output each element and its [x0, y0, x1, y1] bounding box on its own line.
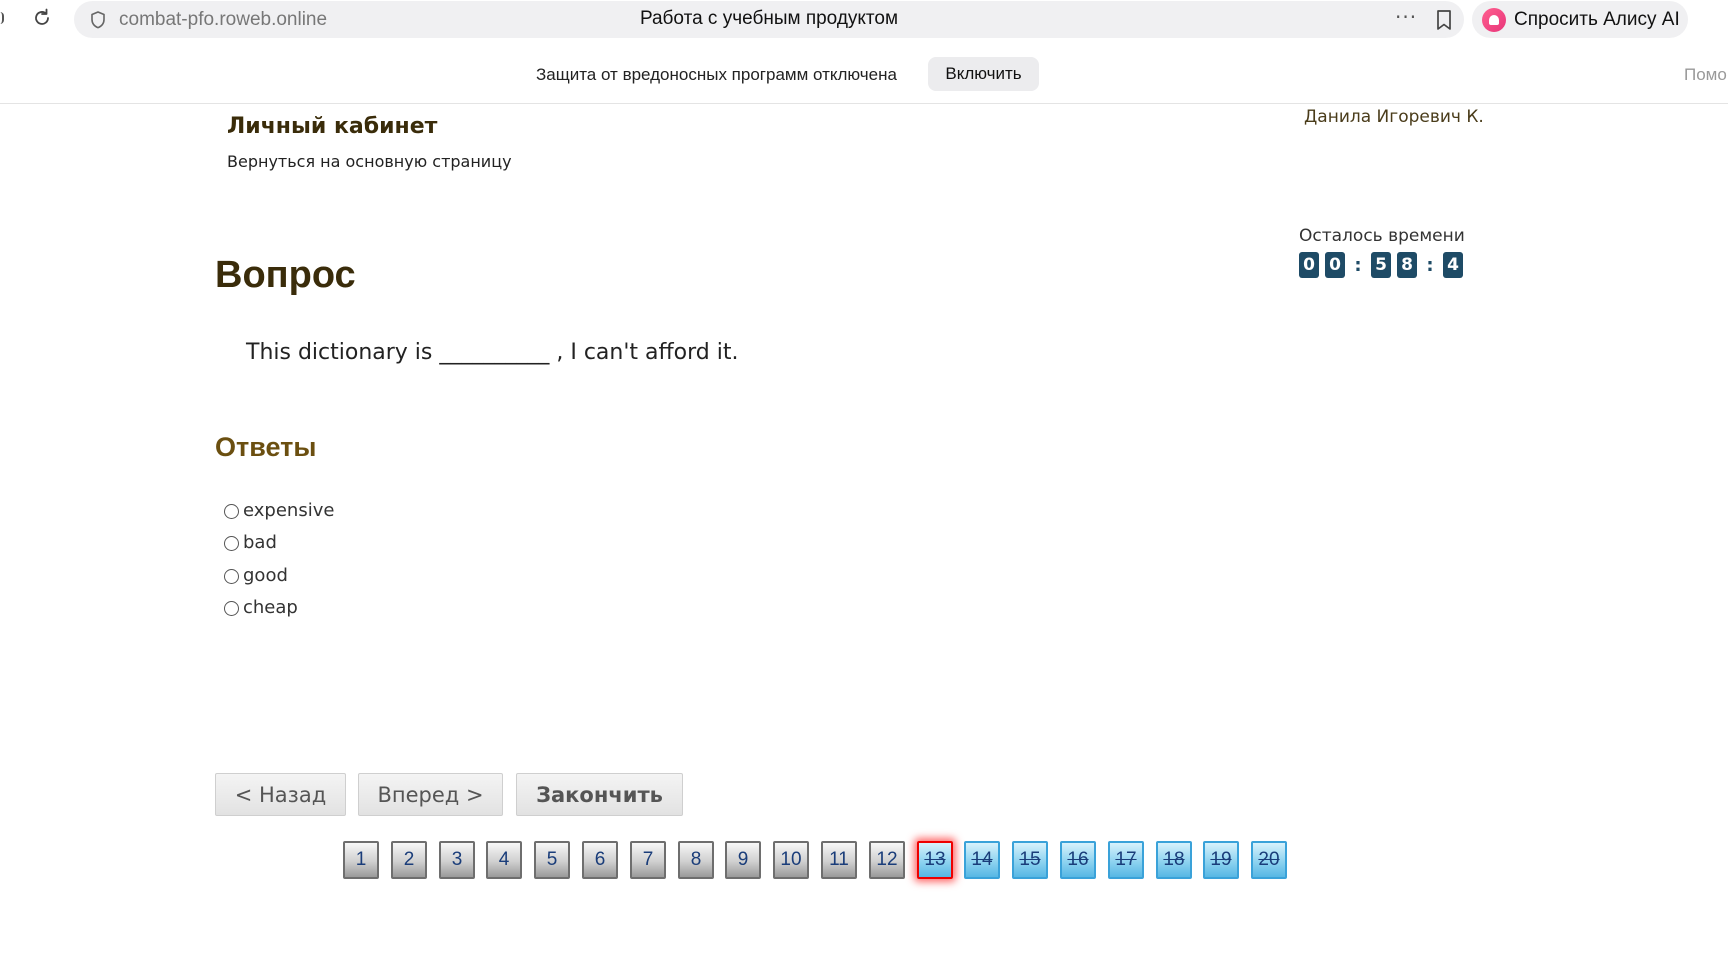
page-number: 13 — [924, 849, 946, 870]
enable-protection-button[interactable]: Включить — [928, 57, 1039, 91]
page-button-10[interactable]: 10 — [773, 841, 809, 879]
answer-option-bad[interactable]: bad — [224, 530, 277, 554]
page-number: 8 — [690, 849, 702, 870]
answer-label[interactable]: expensive — [243, 500, 334, 521]
timer-digit: 4 — [1443, 252, 1463, 278]
page-number: 2 — [403, 849, 415, 870]
page-number: 7 — [642, 849, 654, 870]
page-button-9[interactable]: 9 — [725, 841, 761, 879]
back-arrow-icon[interactable] — [0, 12, 4, 24]
page-number: 9 — [737, 849, 749, 870]
address-bar[interactable]: combat-pfo.roweb.online Работа с учебным… — [74, 1, 1464, 38]
timer-digit: 0 — [1325, 252, 1345, 278]
more-icon[interactable]: ··· — [1395, 5, 1417, 29]
timer-digit: 0 — [1299, 252, 1319, 278]
radio-button[interactable] — [224, 569, 239, 584]
page-button-4[interactable]: 4 — [486, 841, 522, 879]
page-button-18[interactable]: 18 — [1156, 841, 1192, 879]
countdown-timer: 0 0 : 5 8 : 4 — [1299, 252, 1469, 278]
user-name: Данила Игоревич К. — [1304, 107, 1484, 127]
page-button-12[interactable]: 12 — [869, 841, 905, 879]
shield-icon[interactable] — [88, 10, 108, 30]
alice-icon — [1482, 7, 1506, 32]
back-button[interactable]: < Назад — [215, 773, 346, 816]
page-number: 11 — [829, 849, 849, 870]
back-to-main-link[interactable]: Вернуться на основную страницу — [227, 152, 512, 171]
next-button[interactable]: Вперед > — [358, 773, 503, 816]
page-button-15[interactable]: 15 — [1012, 841, 1048, 879]
page-button-7[interactable]: 7 — [630, 841, 666, 879]
page-button-14[interactable]: 14 — [964, 841, 1000, 879]
question-text: This dictionary is __________ , I can't … — [246, 340, 739, 365]
page-number: 1 — [355, 849, 367, 870]
cabinet-title: Личный кабинет — [227, 114, 438, 139]
answer-label[interactable]: cheap — [243, 597, 298, 618]
page-number: 12 — [876, 849, 898, 870]
bookmark-icon[interactable] — [1434, 9, 1454, 31]
page-tab-title: Работа с учебным продуктом — [639, 8, 899, 29]
reload-icon[interactable] — [30, 6, 54, 30]
radio-button[interactable] — [224, 504, 239, 519]
security-infobar: Защита от вредоносных программ отключена… — [0, 50, 1728, 104]
page-number: 3 — [451, 849, 463, 870]
page-number: 4 — [498, 849, 510, 870]
page-number: 19 — [1210, 849, 1232, 870]
page-number: 20 — [1258, 849, 1280, 870]
page-button-8[interactable]: 8 — [678, 841, 714, 879]
page-button-13[interactable]: 13 — [917, 841, 953, 879]
page-number: 14 — [971, 849, 993, 870]
page-number: 16 — [1067, 849, 1089, 870]
page-number: 10 — [780, 849, 802, 870]
page-number: 17 — [1115, 849, 1137, 870]
finish-button[interactable]: Закончить — [516, 773, 683, 816]
page-number: 6 — [594, 849, 606, 870]
timer-digit: 8 — [1397, 252, 1417, 278]
answer-option-cheap[interactable]: cheap — [224, 595, 298, 619]
timer-digit: 5 — [1371, 252, 1391, 278]
help-link[interactable]: Помо — [1684, 65, 1727, 85]
timer-separator: : — [1354, 254, 1362, 276]
question-heading: Вопрос — [215, 254, 356, 296]
radio-button[interactable] — [224, 601, 239, 616]
page-button-20[interactable]: 20 — [1251, 841, 1287, 879]
answers-heading: Ответы — [215, 432, 317, 462]
ask-alice-button[interactable]: Спросить Алису AI — [1472, 1, 1688, 38]
page-number: 15 — [1019, 849, 1041, 870]
answer-option-good[interactable]: good — [224, 563, 288, 587]
timer-label: Осталось времени — [1299, 226, 1465, 246]
url-text[interactable]: combat-pfo.roweb.online — [119, 9, 327, 31]
ask-alice-label: Спросить Алису AI — [1514, 8, 1680, 30]
page-button-1[interactable]: 1 — [343, 841, 379, 879]
security-message: Защита от вредоносных программ отключена — [536, 65, 897, 84]
page-button-16[interactable]: 16 — [1060, 841, 1096, 879]
page-button-5[interactable]: 5 — [534, 841, 570, 879]
page-button-6[interactable]: 6 — [582, 841, 618, 879]
page-button-11[interactable]: 11 — [821, 841, 857, 879]
answer-label[interactable]: bad — [243, 532, 277, 553]
answer-label[interactable]: good — [243, 565, 288, 586]
browser-toolbar: combat-pfo.roweb.online Работа с учебным… — [0, 0, 1728, 38]
timer-separator: : — [1426, 254, 1434, 276]
page-button-19[interactable]: 19 — [1203, 841, 1239, 879]
page-button-2[interactable]: 2 — [391, 841, 427, 879]
page-number: 18 — [1163, 849, 1185, 870]
page-number: 5 — [546, 849, 558, 870]
radio-button[interactable] — [224, 536, 239, 551]
page-button-3[interactable]: 3 — [439, 841, 475, 879]
answer-option-expensive[interactable]: expensive — [224, 498, 334, 522]
page-button-17[interactable]: 17 — [1108, 841, 1144, 879]
